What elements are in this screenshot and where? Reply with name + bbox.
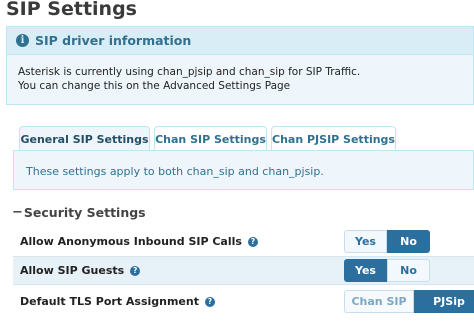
security-settings-header: − Security Settings — [12, 205, 146, 220]
help-icon[interactable]: ? — [247, 236, 258, 247]
no-option[interactable]: No — [387, 259, 430, 282]
setting-label: Allow Anonymous Inbound SIP Calls — [20, 235, 242, 248]
tab-general-sip-settings[interactable]: General SIP Settings — [19, 126, 150, 151]
no-option[interactable]: No — [387, 230, 430, 253]
yes-option[interactable]: Yes — [344, 230, 387, 253]
setting-label-wrap: Allow Anonymous Inbound SIP Calls ? — [20, 235, 258, 248]
help-icon[interactable]: ? — [204, 296, 215, 307]
info-text-line-1: Asterisk is currently using chan_pjsip a… — [18, 66, 361, 78]
sip-guests-toggle: Yes No — [344, 259, 430, 282]
info-panel-title: SIP driver information — [35, 33, 192, 48]
page-title: SIP Settings — [6, 0, 137, 20]
pjsip-option[interactable]: PJSip — [414, 290, 474, 313]
setting-label: Allow SIP Guests — [20, 264, 125, 277]
tls-port-toggle: Chan SIP PJSip — [344, 290, 474, 313]
setting-row-tls-port: Default TLS Port Assignment ? Chan SIP P… — [13, 287, 474, 316]
setting-label: Default TLS Port Assignment — [20, 295, 199, 308]
collapse-icon[interactable]: − — [12, 205, 23, 220]
setting-row-sip-guests: Allow SIP Guests ? Yes No — [13, 256, 474, 285]
help-icon[interactable]: ? — [130, 265, 141, 276]
info-panel-header: i SIP driver information — [7, 27, 473, 55]
setting-row-anonymous-inbound: Allow Anonymous Inbound SIP Calls ? Yes … — [13, 227, 474, 256]
info-text-line-2: You can change this on the Advanced Sett… — [18, 80, 291, 92]
anonymous-inbound-toggle: Yes No — [344, 230, 430, 253]
setting-label-wrap: Default TLS Port Assignment ? — [20, 295, 215, 308]
chan-sip-option[interactable]: Chan SIP — [344, 290, 414, 313]
tab-panel-note: These settings apply to both chan_sip an… — [13, 150, 474, 190]
section-title: Security Settings — [23, 205, 146, 220]
tab-chan-pjsip-settings[interactable]: Chan PJSIP Settings — [271, 126, 396, 151]
setting-label-wrap: Allow SIP Guests ? — [20, 264, 141, 277]
tab-chan-sip-settings[interactable]: Chan SIP Settings — [154, 126, 267, 151]
info-panel-body: Asterisk is currently using chan_pjsip a… — [7, 55, 473, 93]
settings-tabs: General SIP Settings Chan SIP Settings C… — [19, 126, 400, 151]
info-icon: i — [16, 34, 29, 47]
sip-driver-info-panel: i SIP driver information Asterisk is cur… — [6, 26, 474, 105]
yes-option[interactable]: Yes — [344, 259, 387, 282]
